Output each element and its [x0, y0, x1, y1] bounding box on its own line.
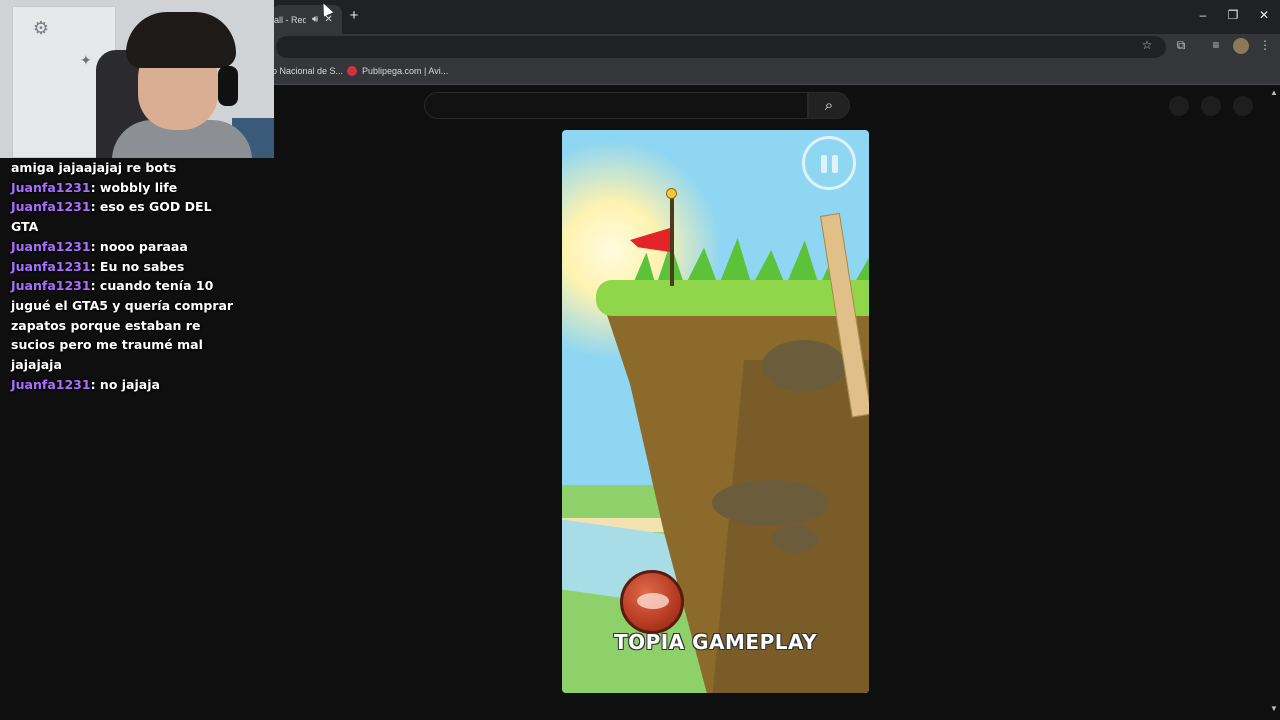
grass-ledge [596, 280, 869, 316]
chat-separator: : [90, 179, 100, 195]
chat-username[interactable]: Juanfa1231 [11, 377, 91, 392]
chat-message: Juanfa1231: wobbly life [0, 178, 240, 198]
chat-message: Juanfa1231: eso es GOD DEL GTA [0, 197, 240, 236]
bookmark-item[interactable]: o Nacional de S... [272, 66, 343, 76]
new-tab-button[interactable]: + [346, 8, 362, 24]
flag-ball [666, 188, 677, 199]
chat-text: amiga jajaajajaj re bots [11, 160, 177, 175]
header-avatar[interactable] [1233, 96, 1253, 116]
chat-message: amiga jajaajajaj re bots [0, 158, 240, 178]
chat-username[interactable]: Juanfa1231 [11, 259, 91, 274]
chat-text: wobbly life [99, 179, 178, 195]
chat-username[interactable]: Juanfa1231 [11, 180, 91, 195]
search-icon[interactable]: ⌕ [808, 92, 850, 119]
bookmark-label: Publipega.com | Avi... [362, 66, 449, 76]
chat-message: Juanfa1231: no jajaja [0, 375, 240, 395]
bookmark-item[interactable]: Publipega.com | Avi... [347, 66, 448, 76]
chat-separator: : [90, 376, 100, 392]
ball[interactable] [620, 570, 684, 634]
speaker-icon[interactable]: 🔊︎ [312, 14, 318, 25]
chat-message: Juanfa1231: cuando tenía 10 jugué el GTA… [0, 276, 240, 375]
rock [712, 480, 828, 526]
search-input[interactable] [424, 92, 808, 119]
scroll-up-icon[interactable]: ▲ [1270, 88, 1278, 97]
chat-username[interactable]: Juanfa1231 [11, 278, 91, 293]
chat-username[interactable]: Juanfa1231 [11, 239, 91, 254]
chat-text: nooo paraaa [99, 238, 188, 254]
profile-avatar[interactable] [1233, 38, 1249, 54]
video-watermark: TOPIA GAMEPLAY [613, 630, 818, 654]
stream-chat: amiga jajaajajaj re bots Juanfa1231: wobb… [0, 158, 274, 394]
chat-text: Eu no sabes [99, 258, 185, 274]
chat-message: Juanfa1231: nooo paraaa [0, 237, 240, 257]
browser-menu-icon[interactable]: ⋮ [1256, 38, 1274, 52]
wall-sticker-icon: ⚙︎ [32, 18, 50, 38]
screen: all - Red 🔊︎ ✕ + – ❐ ✕ ☆ ⧉ ≡ ⋮ o Naciona… [0, 0, 1280, 720]
header-action-icon[interactable] [1201, 96, 1221, 116]
chat-text: no jajaja [99, 376, 160, 392]
wall-sticker-icon: ✦ [80, 52, 92, 68]
header-action-icon[interactable] [1169, 96, 1189, 116]
bookmark-favicon-icon [347, 66, 357, 76]
bookmark-label: o Nacional de S... [272, 66, 344, 76]
restore-icon[interactable]: ❐ [1223, 8, 1243, 22]
rock [772, 525, 818, 553]
chat-separator: : [90, 278, 100, 294]
rock [762, 340, 846, 392]
window-close-icon[interactable]: ✕ [1254, 8, 1274, 22]
webcam-overlay: ⚙︎ ✦ [0, 0, 274, 158]
chat-separator: : [90, 258, 100, 274]
chat-message: Juanfa1231: Eu no sabes [0, 257, 240, 277]
address-bar[interactable] [276, 36, 1166, 58]
media-controls-icon[interactable]: ≡ [1207, 38, 1225, 52]
pause-icon[interactable] [802, 136, 856, 190]
chat-separator: : [90, 238, 100, 254]
ball-shine [637, 593, 669, 609]
headset-icon [218, 66, 238, 106]
flagpole [670, 192, 674, 286]
minimize-icon[interactable]: – [1193, 8, 1213, 22]
chat-username[interactable]: Juanfa1231 [11, 199, 91, 214]
game-canvas[interactable]: TOPIA GAMEPLAY [562, 130, 869, 693]
extensions-icon[interactable]: ⧉ [1172, 38, 1190, 53]
bookmark-star-icon[interactable]: ☆ [1138, 38, 1156, 52]
chat-separator: : [90, 199, 100, 215]
scroll-down-icon[interactable]: ▼ [1270, 704, 1278, 713]
streamer-hair [126, 12, 236, 68]
tab-title: all - Red [274, 14, 306, 25]
